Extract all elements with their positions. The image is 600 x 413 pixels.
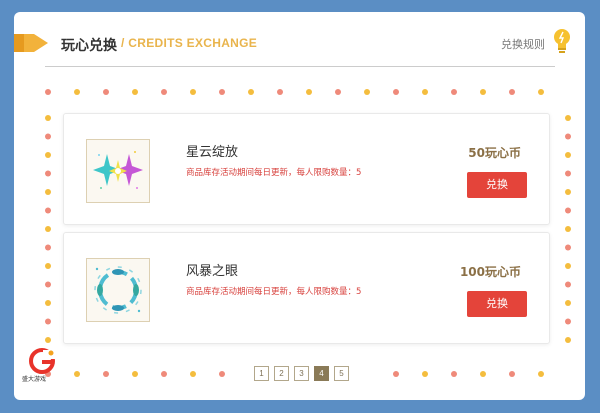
decorative-dot	[565, 263, 571, 269]
exchange-panel: 玩心兑换 / CREDITS EXCHANGE 兑换规则 星云绽放 商品库存活动…	[14, 12, 585, 400]
decorative-dot	[45, 244, 51, 251]
decorative-dot	[565, 337, 571, 343]
decorative-dot	[45, 170, 51, 177]
nebula-sparkle-icon	[93, 151, 143, 189]
page-button-5[interactable]: 5	[334, 366, 349, 381]
decorative-dot	[565, 207, 571, 214]
decorative-dot	[190, 371, 196, 377]
decorative-dot	[393, 371, 399, 377]
decorative-dot	[248, 89, 254, 95]
decorative-dot	[45, 263, 51, 269]
decorative-dot	[219, 89, 225, 95]
page-button-2[interactable]: 2	[274, 366, 289, 381]
item-name: 星云绽放	[186, 145, 239, 160]
decorative-dot	[480, 371, 486, 377]
decorative-dot	[565, 244, 571, 251]
decorative-dot	[565, 170, 571, 177]
decorative-dot	[565, 300, 571, 306]
decorative-dot	[45, 207, 51, 214]
decorative-dot	[335, 89, 341, 95]
brand-logo-text: 盛大游戏	[22, 376, 47, 383]
decorative-dot	[45, 337, 51, 343]
decorative-dot	[306, 89, 312, 95]
decorative-dot	[451, 371, 457, 377]
item-price: 100玩心币	[459, 265, 521, 279]
decorative-dot	[538, 371, 544, 377]
decorative-dot	[161, 89, 167, 95]
decorative-dot	[538, 89, 544, 95]
pagination: 1 2 3 4 5	[254, 366, 349, 381]
decorative-dot	[45, 152, 51, 158]
decorative-dot	[45, 133, 51, 140]
decorative-dot	[45, 226, 51, 232]
item-stock-note: 商品库存活动期间每日更新，每人限购数量：5	[186, 168, 362, 178]
page-button-1[interactable]: 1	[254, 366, 269, 381]
storm-eye-ring-icon	[94, 266, 142, 314]
item-card: 风暴之眼 商品库存活动期间每日更新，每人限购数量：5 100玩心币 兑换	[63, 232, 550, 344]
decorative-dot	[45, 115, 51, 121]
item-name: 风暴之眼	[186, 264, 239, 279]
decorative-dot	[74, 89, 80, 95]
page-button-3[interactable]: 3	[294, 366, 309, 381]
decorative-dot	[45, 281, 51, 288]
item-price: 50玩心币	[468, 146, 521, 160]
decorative-dot	[565, 281, 571, 288]
item-image	[86, 258, 150, 322]
decorative-dot	[565, 152, 571, 158]
decorative-dot	[364, 89, 370, 95]
decorative-dot	[480, 89, 486, 95]
decorative-dot	[565, 318, 571, 325]
brand-logo	[29, 348, 55, 374]
decorative-dot	[45, 189, 51, 195]
decorative-dot	[565, 133, 571, 140]
decorative-dot	[565, 189, 571, 195]
item-card: 星云绽放 商品库存活动期间每日更新，每人限购数量：5 50玩心币 兑换	[63, 113, 550, 225]
exchange-button[interactable]: 兑换	[467, 291, 527, 317]
decorative-dot	[565, 226, 571, 232]
decorative-dot	[132, 89, 138, 95]
decorative-dot	[277, 89, 283, 95]
decorative-dot	[219, 371, 225, 377]
decorative-dot	[565, 115, 571, 121]
decorative-dot	[509, 89, 515, 95]
decorative-dot	[103, 89, 109, 95]
decorative-dot	[509, 371, 515, 377]
exchange-button[interactable]: 兑换	[467, 172, 527, 198]
decorative-dot	[45, 318, 51, 325]
decorative-dot	[190, 89, 196, 95]
decorative-dot	[422, 371, 428, 377]
decorative-dot	[45, 89, 51, 95]
decorative-dot	[422, 89, 428, 95]
decorative-dot	[45, 300, 51, 306]
decorative-dot	[161, 371, 167, 377]
page-button-4[interactable]: 4	[314, 366, 329, 381]
decorative-dot	[74, 371, 80, 377]
item-stock-note: 商品库存活动期间每日更新，每人限购数量：5	[186, 287, 362, 297]
decorative-dot	[103, 371, 109, 377]
decorative-dot	[393, 89, 399, 95]
item-image	[86, 139, 150, 203]
decorative-dot	[132, 371, 138, 377]
decorative-dot	[451, 89, 457, 95]
